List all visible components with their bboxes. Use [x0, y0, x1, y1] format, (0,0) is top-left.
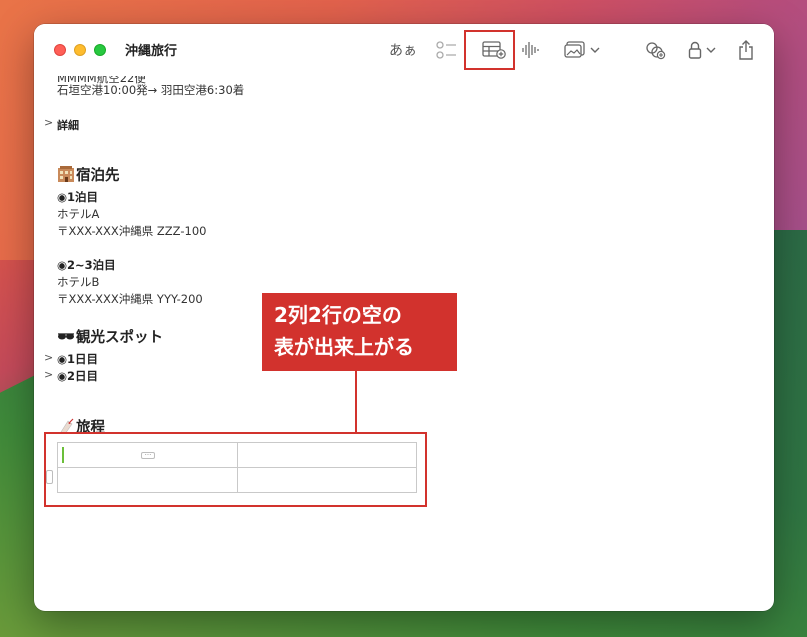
media-button[interactable] — [560, 37, 604, 63]
photo-icon — [564, 41, 585, 58]
hotel-a-address: 〒XXX-XXX沖縄県 ZZZ-100 — [57, 224, 207, 238]
waveform-icon — [522, 42, 539, 58]
night23-label: ◉2~3泊目 — [57, 258, 116, 272]
hotel-a: ホテルA — [57, 207, 100, 221]
audio-button[interactable] — [516, 37, 544, 63]
maximize-window-button[interactable] — [94, 44, 106, 56]
chevron-right-icon[interactable]: > — [44, 116, 53, 129]
callout-line-2: 表が出来上がる — [274, 335, 414, 359]
share-button[interactable] — [732, 37, 760, 63]
sunglasses-icon — [58, 333, 74, 340]
text-format-button[interactable]: あぁ — [386, 37, 420, 63]
collaborate-icon — [646, 42, 666, 60]
sights-heading: 観光スポット — [57, 326, 163, 347]
callout-line-1: 2列2行の空の — [274, 303, 402, 327]
lodging-heading-text: 宿泊先 — [76, 168, 120, 184]
chevron-right-icon[interactable]: > — [44, 351, 53, 364]
hotel-b: ホテルB — [57, 275, 100, 289]
annotation-callout: 2列2行の空の 表が出来上がる — [262, 293, 457, 371]
checklist-button[interactable] — [432, 37, 462, 63]
lock-button[interactable] — [682, 37, 722, 63]
minimize-window-button[interactable] — [74, 44, 86, 56]
chevron-down-icon — [706, 47, 716, 53]
collaborate-button[interactable] — [640, 37, 670, 63]
details-section[interactable]: 詳細 — [57, 117, 79, 133]
callout-connector — [355, 371, 357, 432]
chevron-down-icon — [590, 47, 600, 53]
checklist-icon — [436, 41, 456, 59]
title-bar: 沖縄旅行 あぁ — [34, 24, 774, 76]
lodging-heading: 宿泊先 — [57, 164, 120, 185]
table-highlight — [44, 432, 427, 507]
share-icon — [739, 40, 753, 60]
night1-label: ◉1泊目 — [57, 190, 99, 204]
hotel-b-address: 〒XXX-XXX沖縄県 YYY-200 — [57, 292, 203, 306]
lock-icon — [688, 41, 702, 59]
window-title: 沖縄旅行 — [125, 44, 178, 59]
sights-heading-text: 観光スポット — [76, 330, 163, 346]
day2-label[interactable]: ◉2日目 — [57, 368, 98, 384]
flight-line: 石垣空港10:00発→ 羽田空港6:30着 — [57, 83, 245, 97]
table-button-highlight — [464, 30, 515, 70]
chevron-right-icon[interactable]: > — [44, 368, 53, 381]
close-window-button[interactable] — [54, 44, 66, 56]
hotel-icon — [58, 166, 74, 182]
day1-label[interactable]: ◉1日目 — [57, 351, 98, 367]
